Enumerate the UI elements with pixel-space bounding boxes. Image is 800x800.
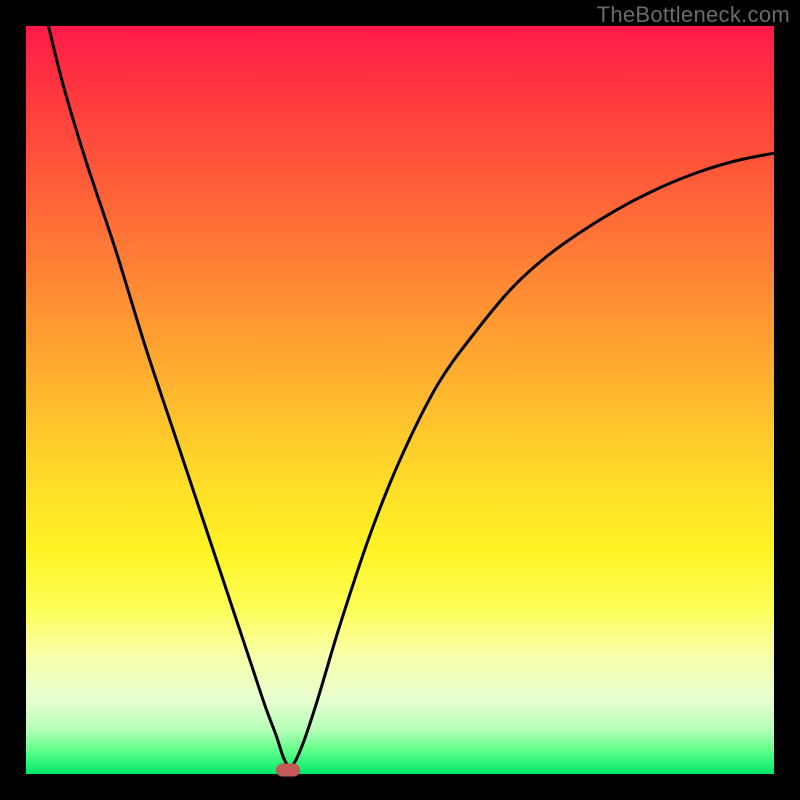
optimal-marker — [276, 764, 300, 777]
bottleneck-curve — [26, 26, 774, 774]
plot-area — [26, 26, 774, 774]
watermark-text: TheBottleneck.com — [597, 2, 790, 28]
chart-canvas: TheBottleneck.com — [0, 0, 800, 800]
